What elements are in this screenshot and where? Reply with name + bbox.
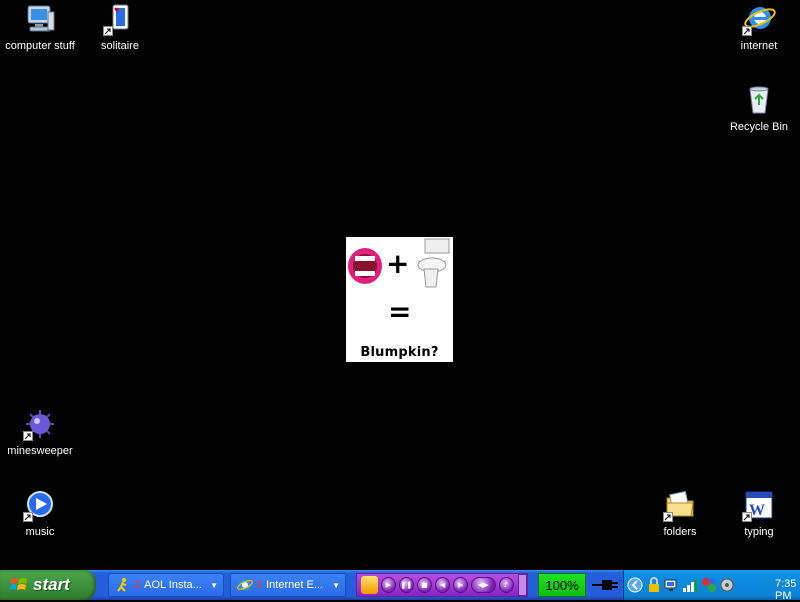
- power-plug-icon[interactable]: [592, 579, 620, 591]
- system-clock[interactable]: 7:35 PM: [775, 578, 800, 602]
- solitaire-icon: ♥: [103, 2, 137, 36]
- internet-explorer-icon: [742, 2, 776, 36]
- seek-icon[interactable]: ◀▶: [471, 577, 496, 593]
- start-label: start: [33, 575, 70, 594]
- desktop-icon-internet[interactable]: internet: [719, 2, 799, 52]
- wallpaper-caption: Blumpkin?: [360, 345, 439, 360]
- task-window-count: 2: [256, 579, 263, 591]
- svg-text:♥: ♥: [114, 7, 119, 14]
- internet-explorer-icon: [237, 579, 253, 591]
- toolbar-scroll-icon[interactable]: [517, 574, 528, 596]
- word-icon: W: [742, 488, 776, 522]
- volume-level-indicator[interactable]: 100%: [538, 573, 586, 597]
- desktop-icon-recycle-bin[interactable]: Recycle Bin: [719, 83, 799, 133]
- network-connections-icon[interactable]: [701, 577, 717, 593]
- desktop-icon-label: solitaire: [101, 40, 139, 52]
- desktop-icon-minesweeper[interactable]: minesweeper: [0, 407, 80, 457]
- show-hidden-icons-chevron-icon[interactable]: [627, 577, 643, 593]
- play-icon[interactable]: ▶: [380, 577, 396, 593]
- desktop-icon-label: folders: [663, 526, 697, 538]
- media-player-icon: [23, 488, 57, 522]
- chevron-down-icon: ▼: [210, 580, 218, 590]
- security-lock-icon[interactable]: [646, 577, 662, 593]
- desktop-wallpaper-image: + = Blumpkin?: [346, 237, 453, 362]
- previous-track-icon[interactable]: ◀: [434, 577, 451, 593]
- task-window-count: 2: [134, 579, 141, 591]
- desktop-icon-music[interactable]: music: [0, 488, 80, 538]
- plus-sign: +: [386, 247, 410, 280]
- chevron-down-icon: ▼: [332, 580, 340, 590]
- task-label: Internet E...: [266, 579, 323, 591]
- desktop-icon-label: Recycle Bin: [729, 121, 789, 133]
- taskbar-button-internet-explorer[interactable]: 2 Internet E... ▼: [230, 573, 346, 597]
- mute-icon[interactable]: ♪: [498, 577, 514, 593]
- desktop-icon-label: computer stuff: [5, 40, 75, 52]
- shortcut-arrow-icon: [663, 512, 673, 522]
- media-player-toolbar: ▶ ❚❚ ■ ◀ ▶ ◀▶ ♪: [356, 573, 528, 597]
- shortcut-arrow-icon: [742, 512, 752, 522]
- desktop-icon-label: internet: [740, 40, 778, 52]
- task-label: AOL Insta...: [144, 579, 202, 591]
- desktop-icon-label: typing: [744, 526, 774, 538]
- desktop-icon-solitaire[interactable]: ♥ solitaire: [80, 2, 160, 52]
- taskbar: start 2 AOL Insta... ▼ 2 Internet E... ▼…: [0, 570, 800, 602]
- desktop-icon-label: minesweeper: [7, 445, 73, 457]
- start-button[interactable]: start: [0, 570, 96, 600]
- windows-logo-icon: [10, 578, 27, 590]
- stop-icon[interactable]: ■: [416, 577, 432, 593]
- pause-icon[interactable]: ❚❚: [398, 577, 414, 593]
- taskbar-button-aol-instant-messenger[interactable]: 2 AOL Insta... ▼: [108, 573, 224, 597]
- desktop-icon-typing[interactable]: W typing: [719, 488, 799, 538]
- media-player-logo-icon[interactable]: [361, 576, 378, 594]
- folder-icon: [663, 488, 697, 522]
- shortcut-arrow-icon: [742, 26, 752, 36]
- minesweeper-icon: [23, 407, 57, 441]
- shortcut-arrow-icon: [23, 431, 33, 441]
- next-track-icon[interactable]: ▶: [453, 577, 469, 593]
- signal-strength-icon[interactable]: [682, 577, 698, 593]
- shortcut-arrow-icon: [103, 26, 113, 36]
- network-monitor-icon[interactable]: [664, 577, 680, 593]
- desktop-icon-computer-stuff[interactable]: computer stuff: [0, 2, 80, 52]
- recycle-bin-icon: [742, 83, 776, 117]
- desktop-icon-folders[interactable]: folders: [640, 488, 720, 538]
- my-computer-icon: [23, 2, 57, 36]
- shortcut-arrow-icon: [23, 512, 33, 522]
- desktop-icon-label: music: [25, 526, 55, 538]
- aim-running-man-icon: [117, 578, 127, 592]
- equals-sign: =: [388, 295, 412, 328]
- speaker-volume-icon[interactable]: [719, 577, 735, 593]
- system-tray: 7:35 PM: [623, 570, 800, 602]
